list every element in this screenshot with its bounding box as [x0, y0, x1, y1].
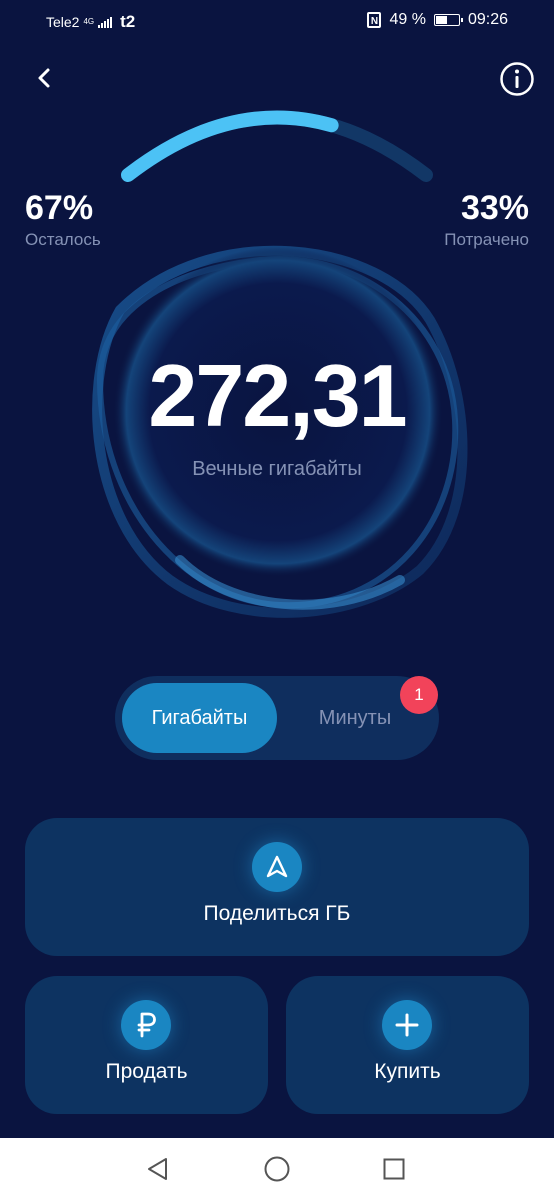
nav-home-button[interactable] — [260, 1152, 294, 1186]
plus-icon — [382, 1000, 432, 1050]
sell-label: Продать — [105, 1060, 188, 1083]
system-nav-bar — [0, 1138, 554, 1200]
square-recents-icon — [383, 1158, 405, 1180]
tab-gigabytes[interactable]: Гигабайты — [122, 683, 277, 753]
sell-button[interactable]: Продать — [25, 976, 268, 1114]
triangle-back-icon — [148, 1158, 167, 1180]
nav-back-button[interactable] — [141, 1152, 175, 1186]
buy-label: Купить — [374, 1060, 441, 1083]
share-gb-label: Поделиться ГБ — [203, 902, 351, 925]
unit-switcher: Гигабайты Минуты — [115, 676, 439, 760]
share-gb-button[interactable]: Поделиться ГБ — [25, 818, 529, 956]
nav-recents-button[interactable] — [377, 1152, 411, 1186]
balance-label: Вечные гигабайты — [192, 458, 362, 480]
buy-button[interactable]: Купить — [286, 976, 529, 1114]
send-arrow-icon — [252, 842, 302, 892]
notification-badge: 1 — [400, 676, 438, 714]
circle-home-icon — [264, 1156, 290, 1182]
balance-value: 272,31 — [148, 346, 407, 445]
ruble-icon — [121, 1000, 171, 1050]
